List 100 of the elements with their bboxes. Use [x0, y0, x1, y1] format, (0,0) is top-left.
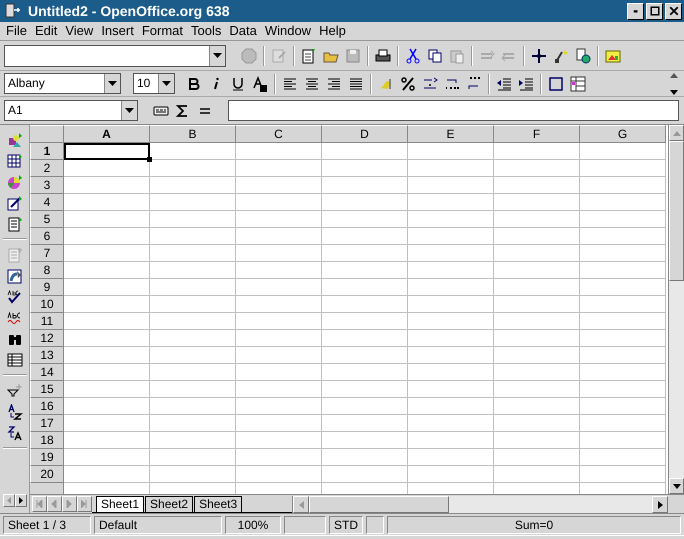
horizontal-scrollbar[interactable]	[292, 496, 668, 513]
selected-cell[interactable]	[64, 143, 150, 160]
insert-draw-icon[interactable]	[6, 194, 22, 210]
dropdown-button[interactable]	[104, 74, 120, 93]
row-header[interactable]: 15	[30, 381, 64, 398]
font-size-box[interactable]: 10	[133, 73, 175, 94]
autoformat-icon[interactable]	[6, 268, 22, 284]
column-header[interactable]: E	[408, 125, 494, 143]
last-sheet-button[interactable]	[77, 496, 92, 512]
navigator-icon[interactable]	[531, 48, 547, 64]
insert-chart-icon[interactable]	[6, 174, 22, 190]
auto-spellcheck-icon[interactable]	[6, 310, 22, 326]
row-header[interactable]: 8	[30, 262, 64, 279]
menu-item[interactable]: Data	[225, 21, 261, 41]
menu-item[interactable]: Tools	[187, 21, 226, 41]
decrease-indent-icon[interactable]	[496, 76, 512, 92]
fill-handle[interactable]	[147, 157, 152, 162]
scissors-icon[interactable]	[405, 48, 421, 64]
justify-icon[interactable]	[348, 76, 364, 92]
number-format-icon[interactable]	[422, 76, 438, 92]
row-header[interactable]: 12	[30, 330, 64, 347]
scroll-right-button[interactable]	[652, 496, 668, 513]
row-header[interactable]: 14	[30, 364, 64, 381]
gallery-icon[interactable]	[605, 48, 621, 64]
column-header[interactable]: G	[580, 125, 666, 143]
row-header[interactable]: 7	[30, 245, 64, 262]
row-header[interactable]: 17	[30, 415, 64, 432]
row-header[interactable]: 19	[30, 449, 64, 466]
row-header[interactable]: 16	[30, 398, 64, 415]
vertical-scrollbar[interactable]	[668, 125, 684, 494]
scroll-down-button[interactable]	[669, 478, 684, 494]
row-header[interactable]: 13	[30, 347, 64, 364]
menu-item[interactable]: File	[2, 21, 31, 41]
column-header[interactable]: A	[64, 125, 150, 143]
underline-icon[interactable]	[230, 76, 246, 92]
sheet-tab[interactable]: Sheet1	[96, 496, 144, 512]
cell-attributes-icon[interactable]	[570, 76, 586, 92]
percent-icon[interactable]	[400, 76, 416, 92]
web-document-icon[interactable]	[575, 48, 591, 64]
row-header[interactable]: 9	[30, 279, 64, 296]
autofilter-icon[interactable]	[6, 382, 22, 398]
align-right-icon[interactable]	[326, 76, 342, 92]
row-header[interactable]: 4	[30, 194, 64, 211]
row-header[interactable]: 1	[30, 143, 64, 160]
column-header[interactable]: D	[322, 125, 408, 143]
name-box[interactable]: A1	[4, 100, 138, 121]
row-header[interactable]: 6	[30, 228, 64, 245]
url-combo-box[interactable]	[4, 44, 226, 66]
new-document-icon[interactable]	[301, 48, 317, 64]
increase-indent-icon[interactable]	[518, 76, 534, 92]
dropdown-button[interactable]	[209, 46, 225, 66]
insert-form-icon[interactable]	[6, 216, 22, 232]
sheet-tab[interactable]: Sheet3	[194, 496, 242, 512]
close-button[interactable]	[665, 2, 682, 20]
font-name-box[interactable]: Albany	[4, 73, 121, 94]
sort-ascending-icon[interactable]	[6, 404, 22, 420]
row-header[interactable]: 2	[30, 160, 64, 177]
borders-icon[interactable]	[548, 76, 564, 92]
minimize-button[interactable]	[627, 2, 644, 20]
column-header[interactable]: F	[494, 125, 580, 143]
row-header[interactable]: 20	[30, 466, 64, 483]
row-header[interactable]: 5	[30, 211, 64, 228]
menu-item[interactable]: Format	[138, 21, 187, 41]
spellcheck-icon[interactable]	[6, 288, 22, 304]
scrollbar-thumb[interactable]	[669, 141, 684, 281]
scroll-up-button[interactable]	[669, 125, 684, 141]
menu-item[interactable]: Insert	[97, 21, 138, 41]
printer-icon[interactable]	[375, 48, 391, 64]
scroll-right-button[interactable]	[14, 494, 26, 507]
select-all-corner[interactable]	[30, 125, 64, 143]
delete-decimal-icon[interactable]	[466, 76, 482, 92]
insert-cells-icon[interactable]	[6, 152, 22, 168]
bold-icon[interactable]	[186, 76, 202, 92]
document-icon[interactable]	[3, 3, 23, 19]
data-sources-icon[interactable]	[6, 352, 22, 368]
align-left-icon[interactable]	[282, 76, 298, 92]
menu-item[interactable]: Window	[260, 21, 316, 41]
column-header[interactable]: C	[236, 125, 322, 143]
sheet-tab[interactable]: Sheet2	[145, 496, 194, 512]
insert-object-icon[interactable]	[6, 132, 22, 148]
previous-sheet-button[interactable]	[47, 496, 62, 512]
dropdown-button[interactable]	[121, 101, 137, 120]
dropdown-button[interactable]	[158, 74, 174, 93]
next-sheet-button[interactable]	[62, 496, 77, 512]
stylist-icon[interactable]	[553, 48, 569, 64]
toolbar-scroll-button[interactable]	[668, 72, 680, 94]
menu-item[interactable]: View	[61, 21, 98, 41]
scroll-left-button[interactable]	[2, 494, 14, 507]
first-sheet-button[interactable]	[32, 496, 47, 512]
row-header[interactable]: 18	[30, 432, 64, 449]
formula-input[interactable]	[228, 100, 679, 121]
scrollbar-thumb[interactable]	[309, 496, 449, 513]
maximize-button[interactable]	[646, 2, 663, 20]
align-center-icon[interactable]	[304, 76, 320, 92]
copy-icon[interactable]	[427, 48, 443, 64]
row-header[interactable]: 10	[30, 296, 64, 313]
menu-item[interactable]: Edit	[30, 21, 62, 41]
sort-descending-icon[interactable]	[6, 424, 22, 440]
menu-item[interactable]: Help	[315, 21, 350, 41]
row-header[interactable]: 3	[30, 177, 64, 194]
